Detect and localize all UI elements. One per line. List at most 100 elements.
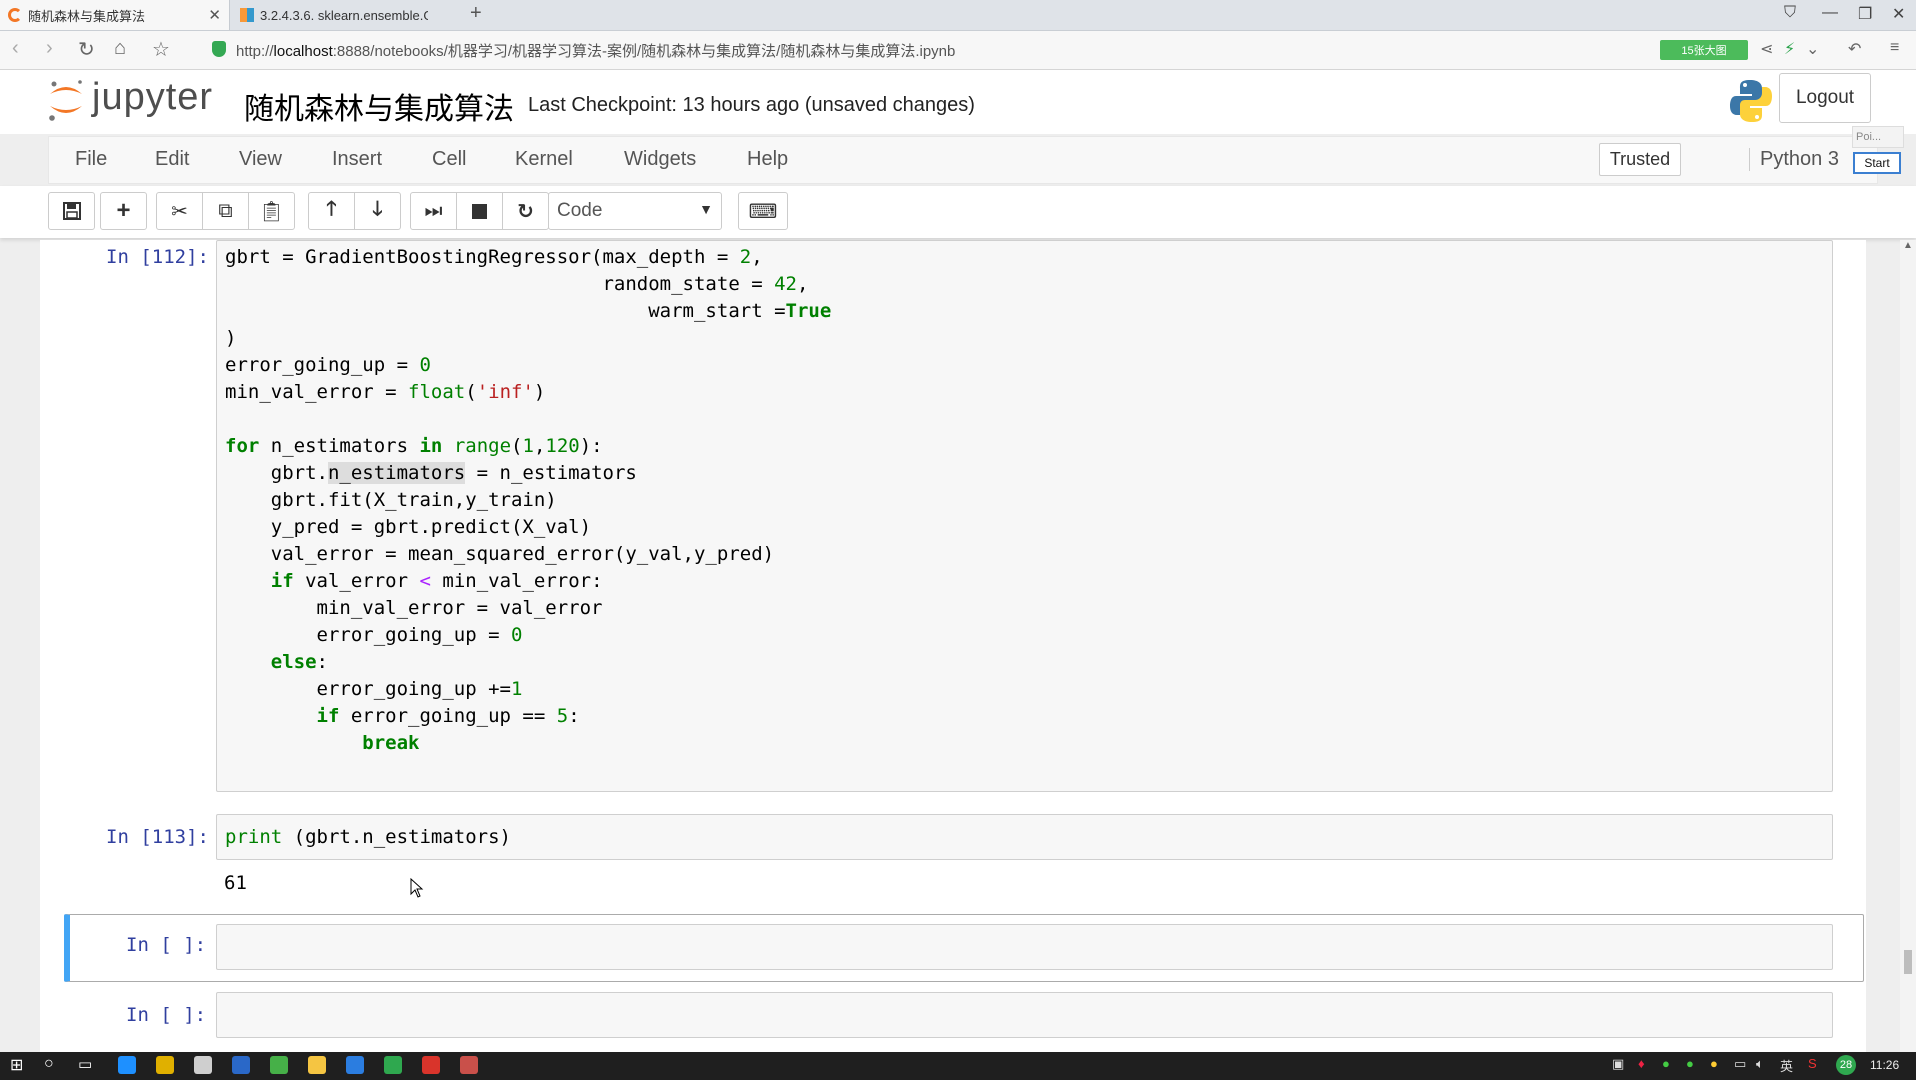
close-tab-icon[interactable]: ✕ xyxy=(208,6,221,24)
url-field[interactable]: http://localhost:8888/notebooks/机器学习/机器学… xyxy=(236,40,955,61)
undo-icon[interactable]: ↶ xyxy=(1848,39,1861,59)
minimize-icon[interactable]: — xyxy=(1822,4,1838,22)
menu-kernel[interactable]: Kernel xyxy=(515,148,573,171)
menu-widgets[interactable]: Widgets xyxy=(624,148,696,171)
secure-shield-icon xyxy=(212,41,226,57)
code-editor[interactable]: print (gbrt.n_estimators) xyxy=(225,824,511,851)
tray-icon[interactable]: ▣ xyxy=(1612,1056,1624,1072)
menu-view[interactable]: View xyxy=(239,148,282,171)
tray-icon[interactable]: ● xyxy=(1686,1056,1694,1071)
folder-icon[interactable] xyxy=(308,1056,326,1074)
menu-edit[interactable]: Edit xyxy=(155,148,189,171)
copy-button[interactable]: ⧉ xyxy=(202,192,249,230)
jupyter-logo-icon[interactable] xyxy=(46,78,86,122)
forward-icon[interactable]: › xyxy=(46,37,53,60)
code-editor[interactable]: gbrt = GradientBoostingRegressor(max_dep… xyxy=(225,244,831,757)
cell-prompt: In [ ]: xyxy=(126,1004,207,1026)
app-icon[interactable] xyxy=(232,1056,250,1074)
taskbar-clock[interactable]: 11:26 xyxy=(1870,1058,1899,1072)
app-icon[interactable] xyxy=(384,1056,402,1074)
sklearn-favicon-icon xyxy=(240,8,254,22)
cell-input[interactable]: print (gbrt.n_estimators) xyxy=(216,814,1833,860)
stop-icon xyxy=(472,203,487,219)
store-icon[interactable] xyxy=(156,1056,174,1074)
network-icon[interactable]: ▭ xyxy=(1734,1056,1746,1072)
cut-icon: ✂ xyxy=(171,200,188,223)
tray-icon[interactable]: ♦ xyxy=(1638,1056,1645,1071)
python-logo-icon xyxy=(1730,80,1772,122)
paste-button[interactable]: 📋︎ xyxy=(248,192,295,230)
arrow-up-icon: 🡑 xyxy=(326,198,337,220)
share-icon[interactable]: ⋖ xyxy=(1760,39,1773,59)
window-close-icon[interactable]: ✕ xyxy=(1892,4,1905,24)
cell-input[interactable] xyxy=(216,992,1833,1038)
tray-icon[interactable]: ● xyxy=(1662,1056,1670,1071)
edge-icon[interactable] xyxy=(118,1056,136,1074)
browser-360-icon[interactable] xyxy=(270,1056,288,1074)
restore-icon[interactable]: ❐ xyxy=(1858,4,1872,24)
kernel-name[interactable]: Python 3 xyxy=(1749,148,1839,171)
volume-icon[interactable]: 🔈︎ xyxy=(1756,1056,1764,1072)
restart-icon: ↻ xyxy=(517,200,534,223)
app-icon[interactable] xyxy=(346,1056,364,1074)
skin-icon[interactable]: ⛉ xyxy=(1784,4,1796,22)
cell-prompt: In [ ]: xyxy=(126,934,207,956)
interrupt-button[interactable] xyxy=(456,192,503,230)
paste-icon: 📋︎ xyxy=(258,200,285,223)
bookmark-star-icon[interactable]: ☆ xyxy=(152,37,170,62)
tray-icon[interactable]: S xyxy=(1808,1056,1817,1071)
jupyter-header: jupyter 随机森林与集成算法 Last Checkpoint: 13 ho… xyxy=(0,70,1916,134)
browser-tabbar: 随机森林与集成算法 ✕ 3.2.4.3.6. sklearn.ensemble.… xyxy=(0,0,1916,31)
move-down-button[interactable]: 🡓 xyxy=(354,192,401,230)
browser-tab-sklearn[interactable]: 3.2.4.3.6. sklearn.ensemble.Gr xyxy=(232,0,436,30)
notification-count-badge[interactable]: 28 xyxy=(1836,1055,1856,1075)
insert-cell-button[interactable]: + xyxy=(100,192,147,230)
scrollbar-thumb[interactable] xyxy=(1904,950,1912,974)
notebook-title[interactable]: 随机森林与集成算法 xyxy=(244,84,514,128)
browser-tab-notebook[interactable]: 随机森林与集成算法 ✕ xyxy=(0,0,230,30)
save-button[interactable] xyxy=(48,192,95,230)
arrow-down-icon: 🡓 xyxy=(372,198,383,220)
dropdown-arrow-icon: ▼ xyxy=(699,201,713,217)
page-scrollbar[interactable]: ▲ xyxy=(1900,240,1916,1052)
checkpoint-status: Last Checkpoint: 13 hours ago (unsaved c… xyxy=(528,94,975,116)
cell-input[interactable]: gbrt = GradientBoostingRegressor(max_dep… xyxy=(216,240,1833,792)
pdf-icon[interactable] xyxy=(460,1056,478,1074)
browser-menu-icon[interactable]: ≡ xyxy=(1890,39,1899,57)
image-count-badge[interactable]: 15张大图 xyxy=(1660,40,1748,60)
menu-cell[interactable]: Cell xyxy=(432,148,466,171)
cell-type-select[interactable]: Code ▼ xyxy=(548,192,722,230)
tray-icon[interactable]: ● xyxy=(1710,1056,1718,1071)
app-icon[interactable] xyxy=(422,1056,440,1074)
task-view-icon[interactable]: ▭ xyxy=(78,1055,92,1073)
search-circle-icon[interactable]: ○ xyxy=(44,1055,54,1073)
run-button[interactable]: ⏭ xyxy=(410,192,457,230)
restart-button[interactable]: ↻ xyxy=(502,192,549,230)
address-bar: ‹ › ↻ ⌂ ☆ http://localhost:8888/notebook… xyxy=(0,31,1916,70)
chevron-down-icon[interactable]: ⌄ xyxy=(1806,39,1819,59)
command-palette-button[interactable]: ⌨ xyxy=(738,192,788,230)
copy-icon: ⧉ xyxy=(218,199,233,222)
menu-help[interactable]: Help xyxy=(747,148,788,171)
new-tab-icon[interactable]: + xyxy=(470,2,482,25)
reload-icon[interactable]: ↻ xyxy=(78,37,95,62)
logout-button[interactable]: Logout xyxy=(1779,73,1871,123)
notebook-area: In [112]: gbrt = GradientBoostingRegress… xyxy=(40,240,1866,1052)
move-up-button[interactable]: 🡑 xyxy=(308,192,355,230)
lightning-icon[interactable]: ⚡ xyxy=(1784,39,1795,59)
mail-icon[interactable] xyxy=(194,1056,212,1074)
back-icon[interactable]: ‹ xyxy=(12,37,19,60)
ime-indicator[interactable]: 英 xyxy=(1780,1056,1793,1075)
jupyter-wordmark: jupyter xyxy=(92,76,214,118)
home-icon[interactable]: ⌂ xyxy=(114,37,126,60)
start-button[interactable]: Start xyxy=(1853,152,1901,174)
keyboard-icon: ⌨ xyxy=(748,200,778,223)
trusted-indicator[interactable]: Trusted xyxy=(1599,143,1681,176)
scroll-up-icon[interactable]: ▲ xyxy=(1903,240,1913,251)
windows-start-icon[interactable]: ⊞ xyxy=(10,1055,23,1075)
menu-file[interactable]: File xyxy=(75,148,107,171)
cell-input[interactable] xyxy=(216,924,1833,970)
cut-button[interactable]: ✂ xyxy=(156,192,203,230)
menu-insert[interactable]: Insert xyxy=(332,148,382,171)
notebook-toolbar: + ✂ ⧉ 📋︎ 🡑 🡓 ⏭ ↻ Code ▼ ⌨ xyxy=(0,186,1916,238)
